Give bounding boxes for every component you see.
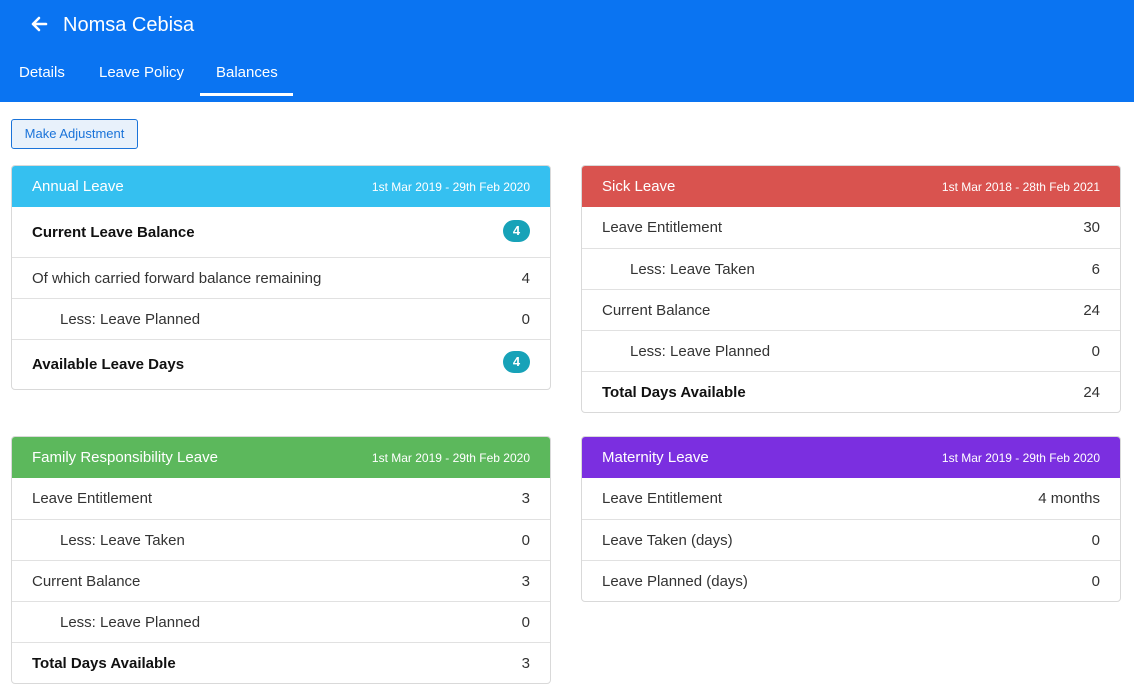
row-label: Leave Taken (days) [602,532,733,549]
available-badge: 4 [503,351,530,373]
sick-leave-header: Sick Leave 1st Mar 2018 - 28th Feb 2021 [582,166,1120,207]
header-bar: Nomsa Cebisa Details Leave Policy Balanc… [0,0,1134,102]
row-label: Leave Entitlement [602,219,723,236]
tab-details[interactable]: Details [19,64,65,81]
card-title: Annual Leave [32,178,124,195]
row-label: Leave Planned (days) [602,573,748,590]
leave-entitlement-row: Leave Entitlement 3 [12,478,550,519]
card-title: Family Responsibility Leave [32,449,218,466]
row-label: Total Days Available [32,655,176,672]
card-date-range: 1st Mar 2019 - 29th Feb 2020 [371,451,530,465]
maternity-leave-header: Maternity Leave 1st Mar 2019 - 29th Feb … [582,437,1120,478]
leave-planned-row: Less: Leave Planned 0 [582,330,1120,371]
row-label: Leave Entitlement [32,490,153,507]
row-label: Leave Entitlement [602,490,723,507]
row-value: 4 [521,270,530,287]
card-date-range: 1st Mar 2019 - 29th Feb 2020 [371,180,530,194]
family-responsibility-leave-card: Family Responsibility Leave 1st Mar 2019… [11,436,551,684]
leave-taken-row: Less: Leave Taken 6 [582,248,1120,289]
make-adjustment-button[interactable]: Make Adjustment [11,119,138,149]
annual-leave-header: Annual Leave 1st Mar 2019 - 29th Feb 202… [12,166,550,207]
row-label: Total Days Available [602,384,746,401]
row-label: Less: Leave Taken [60,532,185,549]
row-value: 24 [1083,384,1100,401]
row-value: 4 months [1038,490,1100,507]
current-leave-balance-row: Current Leave Balance 4 [12,207,550,257]
row-value: 3 [521,655,530,672]
total-days-available-row: Total Days Available 3 [12,642,550,683]
row-value: 30 [1083,219,1100,236]
leave-planned-row: Less: Leave Planned 0 [12,601,550,642]
active-tab-indicator [200,93,293,96]
row-label: Of which carried forward balance remaini… [32,270,322,287]
current-balance-row: Current Balance 3 [12,560,550,601]
row-label: Current Balance [602,302,711,319]
card-date-range: 1st Mar 2018 - 28th Feb 2021 [941,180,1100,194]
employee-name: Nomsa Cebisa [63,14,195,36]
row-label: Less: Leave Planned [60,311,201,328]
card-date-range: 1st Mar 2019 - 29th Feb 2020 [941,451,1100,465]
carried-forward-row: Of which carried forward balance remaini… [12,257,550,298]
row-label: Current Balance [32,573,141,590]
row-value: 0 [521,532,530,549]
balance-badge: 4 [503,220,530,242]
card-title: Sick Leave [602,178,676,195]
row-value: 0 [521,311,530,328]
row-value: 0 [1091,573,1100,590]
leave-taken-row: Leave Taken (days) 0 [582,519,1120,560]
leave-entitlement-row: Leave Entitlement 4 months [582,478,1120,519]
card-title: Maternity Leave [602,449,709,466]
row-label: Less: Leave Planned [60,614,201,631]
row-value: 0 [1091,532,1100,549]
tab-balances[interactable]: Balances [216,64,278,81]
family-leave-header: Family Responsibility Leave 1st Mar 2019… [12,437,550,478]
back-arrow-icon[interactable] [28,12,50,36]
total-days-available-row: Total Days Available 24 [582,371,1120,412]
sick-leave-card: Sick Leave 1st Mar 2018 - 28th Feb 2021 … [581,165,1121,413]
row-label: Current Leave Balance [32,224,195,241]
row-value: 0 [521,614,530,631]
row-value: 6 [1091,261,1100,278]
maternity-leave-card: Maternity Leave 1st Mar 2019 - 29th Feb … [581,436,1121,602]
leave-planned-row: Less: Leave Planned 0 [12,298,550,339]
row-label: Less: Leave Planned [630,343,771,360]
leave-planned-row: Leave Planned (days) 0 [582,560,1120,601]
row-label: Less: Leave Taken [630,261,755,278]
row-value: 24 [1083,302,1100,319]
leave-taken-row: Less: Leave Taken 0 [12,519,550,560]
row-value: 3 [521,490,530,507]
row-value: 0 [1091,343,1100,360]
annual-leave-card: Annual Leave 1st Mar 2019 - 29th Feb 202… [11,165,551,390]
tab-leave-policy[interactable]: Leave Policy [99,64,184,81]
available-leave-days-row: Available Leave Days 4 [12,339,550,389]
row-label: Available Leave Days [32,356,185,373]
leave-entitlement-row: Leave Entitlement 30 [582,207,1120,248]
current-balance-row: Current Balance 24 [582,289,1120,330]
row-value: 3 [521,573,530,590]
